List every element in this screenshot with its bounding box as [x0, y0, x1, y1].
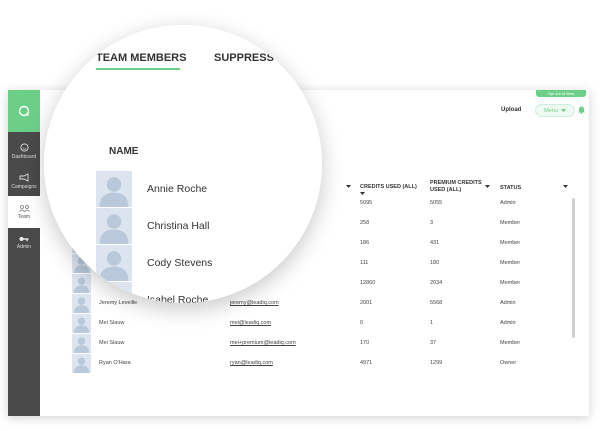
avatar — [72, 314, 91, 333]
status-badge: Admin — [500, 200, 516, 206]
menu-label: Menu — [544, 107, 558, 114]
member-name: Mei Siauw — [99, 320, 125, 326]
avatar — [96, 171, 132, 207]
credits-used: 258 — [360, 220, 370, 226]
tab-suppression[interactable]: SUPPRESS — [214, 52, 274, 64]
credits-used: 186 — [360, 240, 370, 246]
sort-icon[interactable] — [485, 185, 490, 188]
avatar — [72, 274, 91, 293]
sidebar-item-label: Campaigns — [11, 183, 37, 190]
dashboard-icon — [19, 142, 29, 152]
avatar — [96, 208, 132, 244]
member-email-link[interactable]: ryan@leadiq.com — [230, 360, 273, 366]
status-badge: Owner — [500, 360, 517, 366]
member-name: Isabel Roche — [147, 294, 209, 303]
avatar-placeholder-icon — [99, 177, 129, 207]
status-badge: Admin — [500, 300, 516, 306]
avatar-placeholder-icon — [99, 251, 129, 281]
credits-header-label: CREDITS USED (ALL) — [360, 184, 417, 190]
tab-team-members[interactable]: TEAM MEMBERS — [96, 52, 186, 64]
status-badge: Member — [500, 220, 521, 226]
team-icon — [18, 205, 30, 212]
status-badge: Member — [500, 280, 521, 286]
sidebar-item-label: Team — [17, 214, 31, 220]
credits-used: 4971 — [360, 360, 373, 366]
active-tab-indicator — [96, 68, 180, 70]
menu-dropdown[interactable]: Menu — [535, 104, 575, 117]
column-header-credits[interactable]: CREDITS USED (ALL) — [360, 184, 420, 198]
avatar-placeholder-icon — [73, 317, 90, 333]
premium-header-label: PREMIUM CREDITS USED (ALL) — [430, 180, 482, 193]
sort-icon[interactable] — [563, 185, 568, 188]
member-name: Annie Roche — [147, 183, 208, 195]
premium-credits-used: 3 — [430, 220, 434, 226]
sidebar-item-label: Dashboard — [11, 153, 37, 160]
avatar-placeholder-icon — [73, 297, 90, 313]
premium-credits-used: 5568 — [430, 300, 443, 306]
credits-used: 170 — [360, 340, 370, 346]
key-icon — [19, 237, 29, 242]
sidebar-item-campaigns[interactable]: Campaigns — [8, 166, 40, 196]
sort-icon[interactable] — [346, 185, 351, 188]
credits-used: 2001 — [360, 300, 373, 306]
avatar — [72, 354, 91, 373]
sidebar-item-dashboard[interactable]: Dashboard — [8, 136, 40, 166]
avatar — [96, 245, 132, 281]
sidebar: Dashboard Campaigns Team Admin — [8, 90, 40, 416]
avatar-placeholder-icon — [73, 357, 90, 373]
sidebar-item-team[interactable]: Team — [8, 196, 40, 228]
member-email-link[interactable]: jeremy@leadiq.com — [230, 300, 279, 306]
member-name: Mei Siauw — [99, 340, 125, 346]
avatar-placeholder-icon — [99, 214, 129, 244]
premium-credits-used: 180 — [430, 260, 440, 266]
member-name: Ryan O'Hara — [99, 360, 131, 366]
avatar-placeholder-icon — [106, 288, 122, 303]
credits-used: 5095 — [360, 200, 373, 206]
opt-out-beta-button[interactable]: Opt out of Beta — [536, 90, 586, 97]
member-email-link[interactable]: mei@leadiq.com — [230, 320, 271, 326]
premium-credits-used: 37 — [430, 340, 437, 346]
magnifier-lens: TEAM MEMBERS SUPPRESS NAME Annie Roche Ch… — [44, 25, 322, 303]
column-header-status[interactable]: STATUS — [500, 185, 521, 192]
member-email-link[interactable]: mei+premium@leadiq.com — [230, 340, 296, 346]
bell-icon[interactable] — [578, 106, 585, 114]
avatar — [72, 334, 91, 353]
status-badge: Member — [500, 260, 521, 266]
premium-credits-used: 1 — [430, 320, 434, 326]
sidebar-item-label: Admin — [16, 244, 32, 250]
member-name: Cody Stevens — [147, 257, 213, 269]
credits-used: 12860 — [360, 280, 376, 286]
megaphone-icon — [19, 172, 29, 182]
premium-credits-used: 5055 — [430, 200, 443, 206]
column-header-premium-credits[interactable]: PREMIUM CREDITS USED (ALL) — [430, 180, 492, 194]
credits-used: 111 — [360, 260, 369, 266]
status-badge: Member — [500, 340, 521, 346]
upload-button[interactable]: Upload — [501, 107, 521, 113]
sort-icon[interactable] — [360, 192, 365, 195]
logo-icon — [18, 105, 30, 117]
premium-credits-used: 431 — [430, 240, 440, 246]
status-badge: Member — [500, 240, 521, 246]
member-name: Christina Hall — [147, 220, 210, 232]
avatar-placeholder-icon — [73, 277, 90, 293]
chevron-down-icon — [560, 109, 566, 112]
column-header-name[interactable]: NAME — [109, 146, 138, 157]
avatar — [72, 294, 91, 313]
sidebar-item-admin[interactable]: Admin — [8, 228, 40, 258]
premium-credits-used: 1299 — [430, 360, 443, 366]
status-badge: Admin — [500, 320, 516, 326]
credits-used: 0 — [360, 320, 364, 326]
avatar-placeholder-icon — [73, 337, 90, 353]
premium-credits-used: 2034 — [430, 280, 443, 286]
app-logo[interactable] — [8, 90, 40, 132]
scrollbar[interactable] — [572, 198, 575, 338]
avatar — [96, 282, 132, 303]
